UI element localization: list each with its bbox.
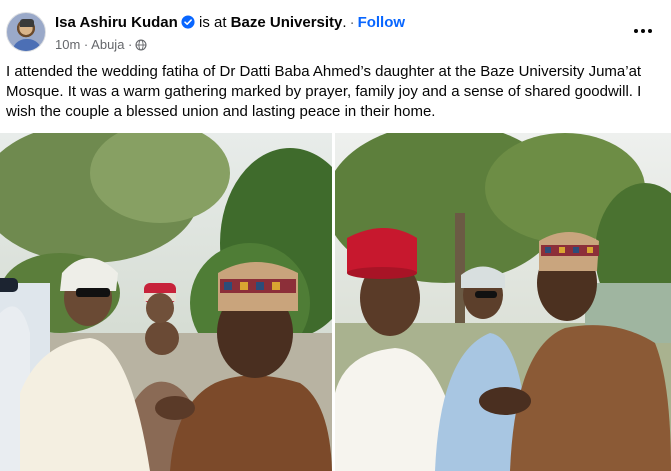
avatar-cap xyxy=(20,19,34,27)
place-suffix: . xyxy=(342,14,347,31)
place-link[interactable]: Baze University xyxy=(231,14,343,31)
author-line: Isa Ashiru Kudan is at Baze University. ·… xyxy=(55,14,405,31)
verified-badge-icon xyxy=(181,15,195,29)
photo-right[interactable] xyxy=(335,133,671,471)
author-avatar[interactable] xyxy=(6,12,46,52)
header-separator: · xyxy=(349,14,355,31)
more-options-icon[interactable] xyxy=(629,19,657,43)
globe-icon[interactable] xyxy=(135,39,147,51)
photo-left[interactable] xyxy=(0,133,332,471)
more-dot xyxy=(648,29,652,33)
post-body-text: I attended the wedding fatiha of Dr Datt… xyxy=(6,63,642,120)
post-time[interactable]: 10m xyxy=(55,37,80,52)
follow-button[interactable]: Follow xyxy=(358,14,406,31)
meta-separator-2: · xyxy=(128,37,133,52)
photo-left-image xyxy=(0,133,332,471)
author-name[interactable]: Isa Ashiru Kudan xyxy=(55,14,178,31)
post-meta: 10m · Abuja · xyxy=(55,37,147,52)
post-location[interactable]: Abuja xyxy=(91,37,124,52)
photo-grid xyxy=(0,133,671,471)
is-at-text: is at xyxy=(198,14,227,31)
avatar-robe xyxy=(12,39,42,51)
photo-right-image xyxy=(335,133,671,471)
meta-separator: · xyxy=(83,37,89,52)
more-dot xyxy=(634,29,638,33)
post-header: Isa Ashiru Kudan is at Baze University. ·… xyxy=(0,0,671,60)
more-dot xyxy=(641,29,645,33)
